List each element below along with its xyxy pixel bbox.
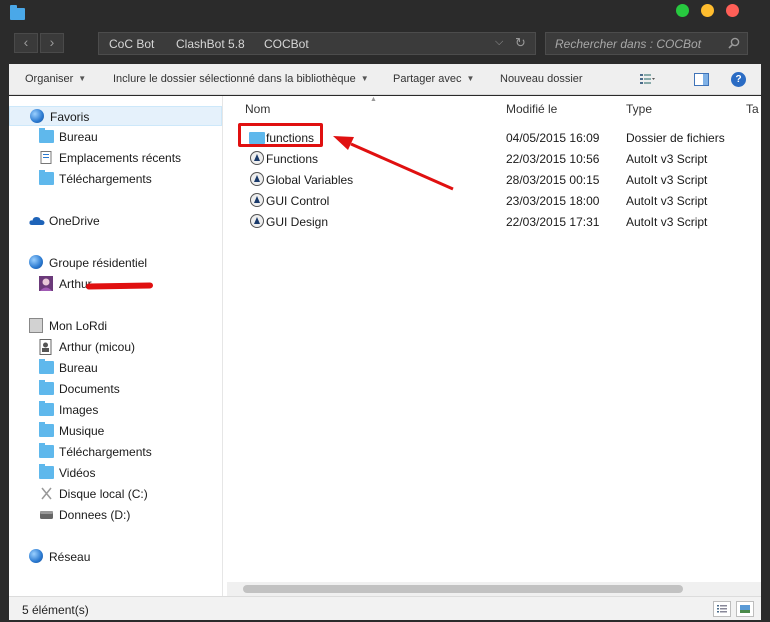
chevron-down-icon[interactable]: ⌵: [495, 36, 503, 49]
folder-icon: [39, 128, 54, 143]
sidebar-item-desktop[interactable]: Bureau: [9, 127, 222, 147]
sidebar-item-label: Téléchargements: [59, 445, 152, 459]
sidebar-item-label: Téléchargements: [59, 172, 152, 186]
sidebar-item-desktop[interactable]: Bureau: [9, 358, 222, 378]
sidebar-item-network[interactable]: Réseau: [9, 547, 222, 567]
user-folder-icon: [39, 339, 52, 355]
drive-icon: [41, 487, 52, 500]
sidebar-item-label: Donnees (D:): [59, 508, 131, 522]
status-bar: 5 élément(s): [9, 596, 761, 620]
sidebar-item-label: Musique: [59, 424, 105, 438]
horizontal-scrollbar[interactable]: [227, 582, 761, 596]
sidebar-item-label: Emplacements récents: [59, 151, 182, 165]
sidebar-item-drive-c[interactable]: Disque local (C:): [9, 484, 222, 504]
sidebar-item-downloads[interactable]: Téléchargements: [9, 169, 222, 189]
back-button[interactable]: ‹: [14, 33, 38, 53]
sidebar-item-label: Groupe résidentiel: [49, 256, 148, 270]
folder-icon: [39, 380, 54, 395]
file-list: ▲ Nom Modifié le Type Ta functions 04/05…: [227, 96, 761, 596]
large-icons-view-icon[interactable]: [736, 601, 754, 617]
sidebar-item-label: Réseau: [49, 550, 91, 564]
sidebar-item-music[interactable]: Musique: [9, 421, 222, 441]
sidebar-item-label: Vidéos: [59, 466, 96, 480]
folder-icon: [39, 359, 54, 374]
sidebar-item-homegroup[interactable]: Groupe résidentiel: [9, 253, 222, 273]
maximize-button[interactable]: [676, 4, 689, 17]
breadcrumb-item[interactable]: COCBot: [264, 37, 309, 51]
star-globe-icon: [30, 109, 44, 123]
sidebar-item-user-folder[interactable]: Arthur (micou): [9, 337, 222, 357]
breadcrumb-item[interactable]: ClashBot 5.8: [176, 37, 245, 51]
sidebar-item-recent-places[interactable]: Emplacements récents: [9, 148, 222, 168]
sidebar-item-label: Mon LoRdi: [49, 319, 108, 333]
new-folder-button[interactable]: Nouveau dossier: [500, 73, 583, 85]
breadcrumb-item[interactable]: CoC Bot: [109, 37, 154, 51]
folder-icon: [10, 5, 25, 20]
sidebar-item-label: Bureau: [59, 361, 98, 375]
sidebar-item-downloads[interactable]: Téléchargements: [9, 442, 222, 462]
sidebar-item-images[interactable]: Images: [9, 400, 222, 420]
sidebar-item-label: OneDrive: [49, 214, 100, 228]
sidebar-item-documents[interactable]: Documents: [9, 379, 222, 399]
title-bar: [0, 0, 770, 28]
content-area: Favoris Bureau Emplacements récents Télé…: [9, 96, 761, 596]
help-icon[interactable]: ?: [731, 72, 746, 87]
item-count: 5 élément(s): [22, 603, 89, 617]
homegroup-icon: [29, 255, 43, 269]
sidebar-item-onedrive[interactable]: OneDrive: [9, 211, 222, 231]
close-button[interactable]: [726, 4, 739, 17]
details-view-icon[interactable]: [713, 601, 731, 617]
folder-icon: [39, 401, 54, 416]
sidebar-item-drive-d[interactable]: Donnees (D:): [9, 505, 222, 525]
forward-button[interactable]: ›: [40, 33, 64, 53]
minimize-button[interactable]: [701, 4, 714, 17]
search-placeholder: Rechercher dans : COCBot: [555, 37, 702, 51]
sidebar-item-label: Arthur (micou): [59, 340, 136, 354]
search-input[interactable]: Rechercher dans : COCBot: [545, 32, 748, 55]
sidebar-item-label: Images: [59, 403, 99, 417]
drive-icon: [40, 511, 53, 519]
annotation-arrow: [333, 136, 454, 191]
sidebar-item-videos[interactable]: Vidéos: [9, 463, 222, 483]
address-row: ‹ › CoC Bot ClashBot 5.8 COCBot ⌵ ↻ Rech…: [0, 28, 770, 60]
redaction-mark: [85, 282, 154, 290]
folder-icon: [39, 422, 54, 437]
sidebar-item-favorites[interactable]: Favoris: [9, 106, 222, 126]
scrollbar-thumb[interactable]: [243, 585, 683, 593]
recent-places-icon: [40, 151, 52, 164]
refresh-icon[interactable]: ↻: [515, 35, 526, 51]
change-view-icon[interactable]: [640, 73, 655, 86]
network-icon: [29, 549, 43, 563]
share-with-menu[interactable]: Partager avec ▼: [393, 73, 474, 85]
sidebar-item-label: Disque local (C:): [59, 487, 148, 501]
computer-icon: [29, 318, 43, 333]
folder-icon: [39, 170, 54, 185]
folder-icon: [39, 464, 54, 479]
preview-pane-icon[interactable]: [694, 73, 709, 86]
organize-menu[interactable]: Organiser ▼: [25, 73, 86, 85]
sidebar-item-label: Documents: [59, 382, 120, 396]
sidebar-item-computer[interactable]: Mon LoRdi: [9, 316, 222, 336]
command-bar: Organiser ▼ Inclure le dossier sélectionn…: [9, 64, 761, 95]
search-icon[interactable]: [728, 37, 740, 49]
include-in-library-menu[interactable]: Inclure le dossier sélectionné dans la b…: [113, 73, 369, 85]
address-bar[interactable]: CoC Bot ClashBot 5.8 COCBot ⌵ ↻: [98, 32, 536, 55]
sidebar-item-label: Bureau: [59, 130, 98, 144]
sidebar-item-label: Favoris: [50, 110, 90, 124]
user-avatar-icon: [39, 276, 53, 291]
cloud-icon: [29, 217, 45, 225]
folder-icon: [39, 443, 54, 458]
navigation-pane: Favoris Bureau Emplacements récents Télé…: [9, 96, 223, 596]
